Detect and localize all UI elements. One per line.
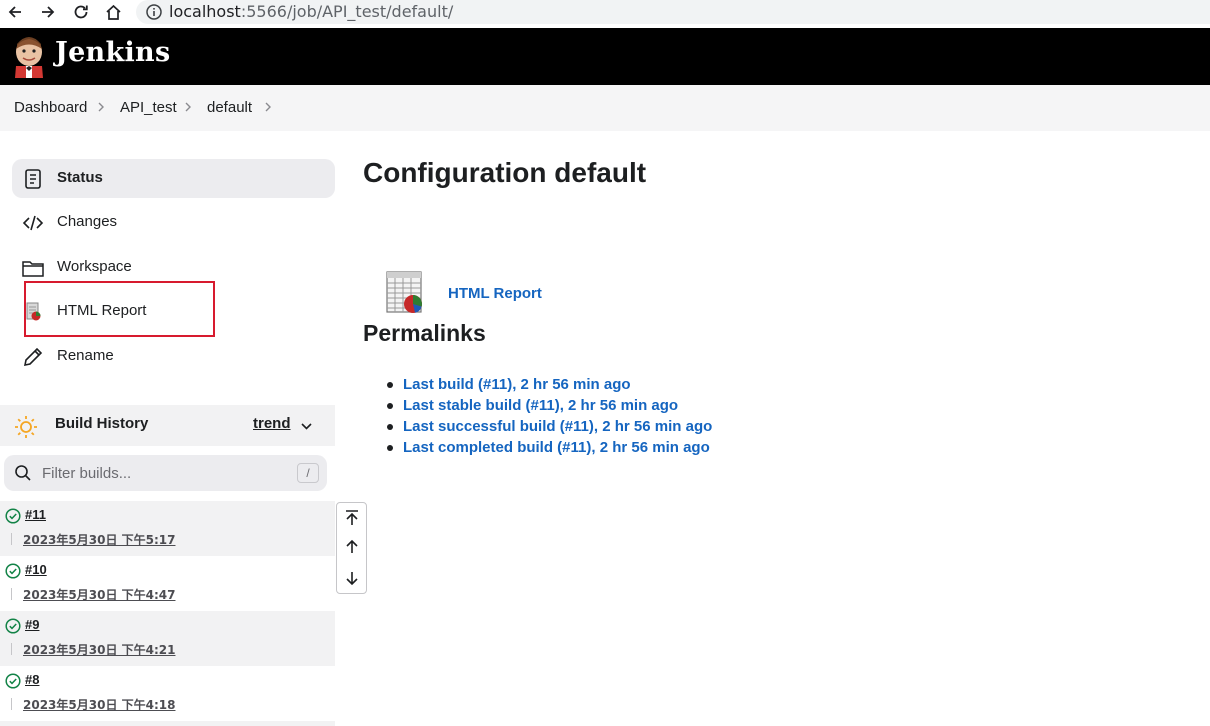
breadcrumb-dashboard[interactable]: Dashboard <box>14 99 87 116</box>
build-row: #9 2023年5月30日 下午4:21 <box>0 611 335 666</box>
pencil-icon <box>23 347 43 367</box>
scroll-up-icon[interactable] <box>342 537 362 557</box>
build-number-link[interactable]: #10 <box>25 562 47 577</box>
sidebar-item-status[interactable]: Status <box>12 159 335 198</box>
html-report-icon[interactable] <box>385 271 425 315</box>
bullet <box>387 445 393 451</box>
bullet <box>387 403 393 409</box>
scroll-controls <box>336 502 367 594</box>
scroll-to-top-icon[interactable] <box>342 508 362 528</box>
arrow-left-icon <box>8 6 21 18</box>
url-text[interactable]: localhost:5566/job/API_test/default/ <box>169 2 453 22</box>
chevron-right-icon[interactable] <box>182 101 194 113</box>
build-date-link[interactable]: 2023年5月30日 下午4:47 <box>23 586 175 603</box>
scroll-down-icon[interactable] <box>342 568 362 588</box>
chevron-right-icon[interactable] <box>95 101 107 113</box>
jenkins-butler-icon[interactable] <box>13 36 45 78</box>
success-check-icon <box>5 673 21 689</box>
build-divider <box>11 698 12 710</box>
url-host: localhost <box>169 2 241 21</box>
page-title: Configuration default <box>363 157 647 188</box>
build-number-link[interactable]: #9 <box>25 617 39 632</box>
home-icon <box>105 4 121 20</box>
home-button[interactable] <box>102 1 124 23</box>
highlight-box <box>24 281 215 337</box>
sidebar-item-label: Changes <box>57 213 118 230</box>
breadcrumb-api-test[interactable]: API_test <box>120 99 177 116</box>
success-check-icon <box>5 618 21 634</box>
sidebar-item-label: Status <box>57 169 103 186</box>
filter-builds-input[interactable] <box>40 459 290 487</box>
bullet <box>387 382 393 388</box>
build-divider <box>11 643 12 655</box>
build-row <box>0 721 335 726</box>
folder-icon <box>22 261 44 277</box>
sidebar-item-changes[interactable]: Changes <box>12 203 335 242</box>
shortcut-key-badge: / <box>297 463 319 483</box>
build-history-title: Build History <box>55 415 149 432</box>
permalinks-heading: Permalinks <box>363 320 486 346</box>
permalink-last-completed-build[interactable]: Last completed build (#11), 2 hr 56 min … <box>403 439 710 456</box>
browser-toolbar: localhost:5566/job/API_test/default/ <box>0 0 1210 28</box>
build-divider <box>11 533 12 545</box>
sun-icon <box>15 416 37 438</box>
trend-link[interactable]: trend <box>253 415 291 432</box>
build-number-link[interactable]: #11 <box>25 507 46 522</box>
breadcrumb: Dashboard API_test default <box>0 85 1210 131</box>
code-icon <box>22 215 44 231</box>
status-icon <box>25 169 41 189</box>
filter-builds: / <box>4 455 327 491</box>
permalink-last-build[interactable]: Last build (#11), 2 hr 56 min ago <box>403 376 631 393</box>
sidebar-item-label: Workspace <box>57 258 132 275</box>
forward-button[interactable] <box>37 1 59 23</box>
jenkins-logo-text[interactable]: Jenkins <box>55 37 170 68</box>
permalink-last-successful-build[interactable]: Last successful build (#11), 2 hr 56 min… <box>403 418 712 435</box>
sidebar-item-label: Rename <box>57 347 114 364</box>
address-bar[interactable]: localhost:5566/job/API_test/default/ <box>136 0 1210 24</box>
chevron-down-icon[interactable] <box>300 420 313 433</box>
reload-button[interactable] <box>70 1 92 23</box>
html-report-link[interactable]: HTML Report <box>448 285 542 302</box>
build-divider <box>11 588 12 600</box>
build-row: #8 2023年5月30日 下午4:18 <box>0 666 335 721</box>
chevron-right-icon[interactable] <box>262 101 274 113</box>
permalink-last-stable-build[interactable]: Last stable build (#11), 2 hr 56 min ago <box>403 397 678 414</box>
build-date-link[interactable]: 2023年5月30日 下午4:21 <box>23 641 175 658</box>
build-row: #10 2023年5月30日 下午4:47 <box>0 556 335 611</box>
build-date-link[interactable]: 2023年5月30日 下午4:18 <box>23 696 175 713</box>
build-number-link[interactable]: #8 <box>25 672 39 687</box>
sidebar-item-rename[interactable]: Rename <box>12 337 335 376</box>
url-path: :5566/job/API_test/default/ <box>240 2 454 21</box>
bullet <box>387 424 393 430</box>
jenkins-header: Jenkins <box>0 28 1210 85</box>
search-icon <box>15 465 31 481</box>
arrow-right-icon <box>42 6 55 18</box>
back-button[interactable] <box>4 1 26 23</box>
build-history-header: Build History trend <box>0 405 335 446</box>
success-check-icon <box>5 563 21 579</box>
success-check-icon <box>5 508 21 524</box>
build-date-link[interactable]: 2023年5月30日 下午5:17 <box>23 531 175 548</box>
build-row: #11 2023年5月30日 下午5:17 <box>0 501 335 556</box>
breadcrumb-default[interactable]: default <box>207 99 252 116</box>
info-icon[interactable] <box>145 3 163 21</box>
reload-icon <box>74 5 88 19</box>
